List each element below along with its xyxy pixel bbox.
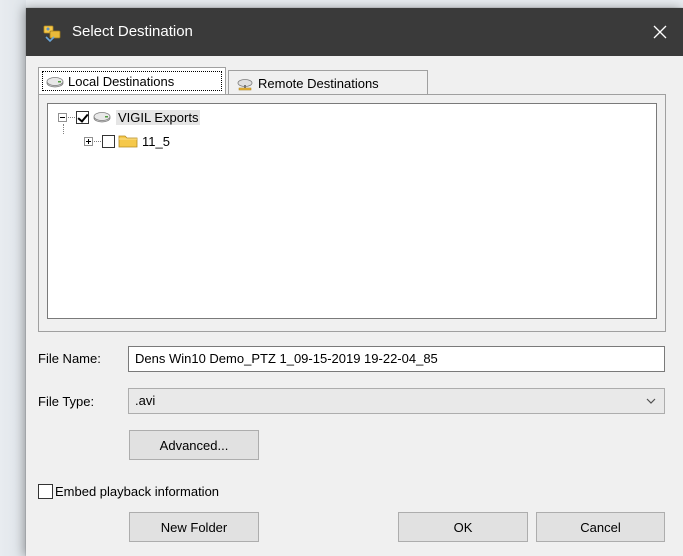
tree-root-label[interactable]: VIGIL Exports xyxy=(116,109,201,125)
tree-node-root[interactable]: VIGIL Exports xyxy=(58,108,201,126)
tree-connector xyxy=(68,116,75,118)
close-icon xyxy=(653,25,667,39)
tree-node-child[interactable]: 11_5 xyxy=(84,132,170,150)
embed-playback-checkbox[interactable] xyxy=(38,483,53,499)
title-bar[interactable]: Select Destination xyxy=(26,8,683,56)
folder-icon xyxy=(118,135,138,148)
advanced-button[interactable]: Advanced... xyxy=(129,430,259,460)
chevron-down-icon xyxy=(646,398,656,404)
tab-local-destinations[interactable]: Local Destinations xyxy=(38,67,226,95)
tab-local-label: Local Destinations xyxy=(68,74,175,89)
tree-child-checkbox[interactable] xyxy=(102,134,115,148)
network-drive-icon xyxy=(237,78,253,90)
select-destination-dialog: Select Destination Local Destinations Re… xyxy=(26,8,683,556)
collapse-toggle-icon[interactable] xyxy=(58,112,67,122)
tree-root-checkbox[interactable] xyxy=(76,110,89,124)
tab-remote-destinations[interactable]: Remote Destinations xyxy=(228,70,428,96)
tree-child-label[interactable]: 11_5 xyxy=(142,134,170,149)
file-name-label: File Name: xyxy=(38,351,101,366)
file-type-value: .avi xyxy=(135,393,156,408)
ok-button[interactable]: OK xyxy=(398,512,528,542)
file-type-label: File Type: xyxy=(38,394,95,409)
expand-toggle-icon[interactable] xyxy=(84,136,93,146)
dialog-title: Select Destination xyxy=(72,23,193,40)
destination-tree[interactable]: VIGIL Exports 11_5 xyxy=(47,103,657,319)
tab-remote-label: Remote Destinations xyxy=(258,76,379,91)
file-name-input[interactable]: Dens Win10 Demo_PTZ 1_09-15-2019 19-22-0… xyxy=(128,346,665,372)
local-destinations-panel: VIGIL Exports 11_5 xyxy=(38,94,666,332)
embed-playback-label: Embed playback information xyxy=(55,483,220,499)
cancel-button[interactable]: Cancel xyxy=(536,512,665,542)
embed-playback-option[interactable]: Embed playback information xyxy=(38,482,219,500)
export-destination-icon xyxy=(43,25,61,43)
tree-connector xyxy=(94,140,101,142)
close-button[interactable] xyxy=(637,8,683,56)
drive-icon xyxy=(93,112,111,123)
desktop-backdrop xyxy=(0,0,26,556)
new-folder-button[interactable]: New Folder xyxy=(129,512,259,542)
file-type-select[interactable]: .avi xyxy=(128,388,665,414)
